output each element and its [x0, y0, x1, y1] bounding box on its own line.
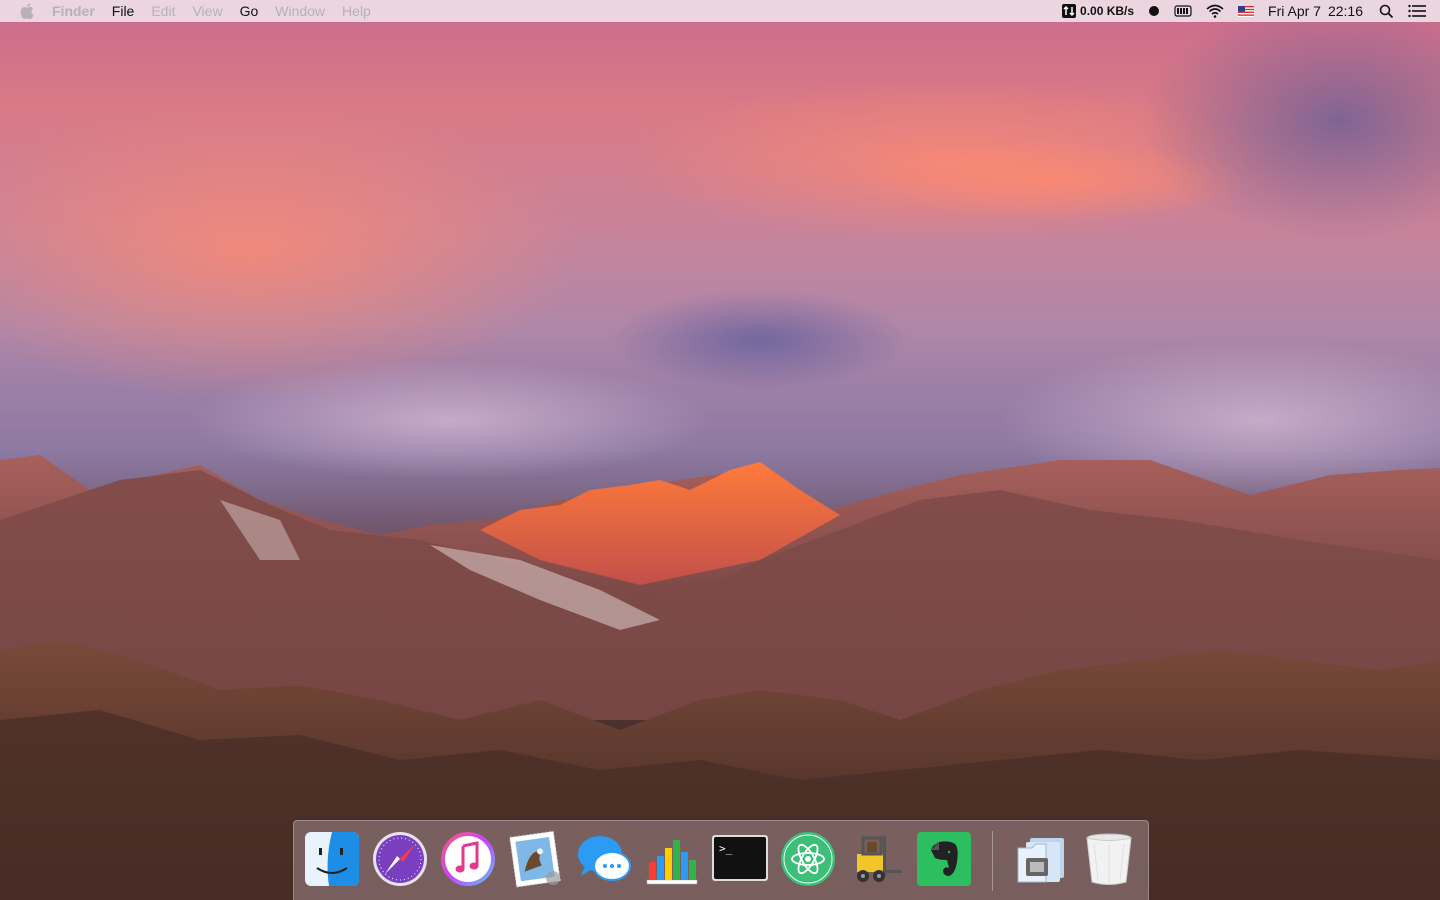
dock-terminal[interactable]: >_ [711, 830, 769, 888]
status-item-memory[interactable] [1174, 5, 1192, 17]
menu-go[interactable]: Go [240, 0, 259, 22]
network-monitor-icon [1062, 4, 1077, 18]
trash-icon [1086, 833, 1132, 885]
us-flag-icon [1238, 5, 1255, 17]
spotlight-button[interactable] [1379, 4, 1394, 19]
spotlight-search-icon [1379, 4, 1394, 18]
atom-icon [781, 832, 835, 886]
dock-separator [992, 831, 993, 891]
notification-center-icon [1408, 4, 1426, 18]
menu-view[interactable]: View [192, 0, 222, 22]
status-item-input-source[interactable] [1238, 5, 1255, 17]
downloads-folder-icon [1017, 838, 1064, 883]
itunes-icon [441, 832, 495, 886]
safari-icon [373, 832, 427, 886]
dock-atom[interactable] [779, 830, 837, 888]
messages-icon [578, 836, 631, 881]
terminal-prompt-text: >_ [719, 842, 733, 855]
clock-time: 22:16 [1327, 3, 1363, 19]
dock-messages[interactable] [575, 830, 633, 888]
apple-menu-icon[interactable] [20, 3, 34, 19]
terminal-icon: >_ [712, 835, 768, 881]
forklift-icon [857, 836, 902, 882]
status-item-moon[interactable] [1148, 5, 1160, 17]
menu-file[interactable]: File [112, 0, 135, 22]
dock-downloads[interactable] [1012, 830, 1070, 888]
dock-safari[interactable] [371, 830, 429, 888]
menu-clock[interactable]: Fri Apr 7 22:16 [1268, 3, 1363, 19]
dock-trash[interactable] [1080, 830, 1138, 888]
network-monitor[interactable]: 0.00 KB/s [1061, 3, 1134, 19]
memory-icon [1174, 5, 1192, 17]
dock-itunes[interactable] [439, 830, 497, 888]
dock-finder[interactable] [303, 830, 361, 888]
network-speed-text: 0.00 KB/s [1080, 4, 1135, 18]
status-item-wifi[interactable] [1206, 4, 1224, 18]
moon-icon [1149, 6, 1160, 16]
numbers-icon [646, 840, 698, 885]
menu-bar: Finder File Edit View Go Window Help 0.0… [0, 0, 1440, 22]
finder-icon [305, 832, 359, 886]
wifi-icon [1206, 4, 1224, 18]
notification-center-button[interactable] [1408, 4, 1426, 18]
menu-window[interactable]: Window [275, 0, 325, 22]
dock-mail[interactable] [507, 830, 565, 888]
clock-day: Fri Apr 7 [1268, 3, 1321, 19]
desktop-wallpaper [0, 0, 1440, 900]
menu-help[interactable]: Help [342, 0, 371, 22]
menu-app-name[interactable]: Finder [52, 0, 95, 22]
menu-edit[interactable]: Edit [151, 0, 175, 22]
menu-bar-left: Finder File Edit View Go Window Help [0, 0, 388, 22]
dock-evernote[interactable] [915, 830, 973, 888]
mail-icon [509, 830, 561, 888]
dock-numbers[interactable] [643, 830, 701, 888]
dock-forklift[interactable] [847, 830, 905, 888]
dock: >_ [293, 820, 1149, 900]
menu-bar-right: 0.00 KB/s Fri Apr 7 22:16 [1061, 0, 1440, 22]
evernote-icon [917, 832, 971, 886]
